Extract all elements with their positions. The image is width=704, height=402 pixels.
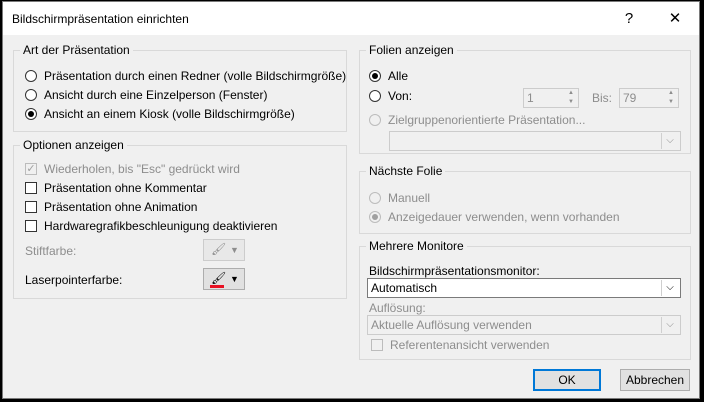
spin-up-icon[interactable]: ▲ (664, 89, 678, 98)
chevron-down-icon: ⌵ (661, 317, 678, 333)
checkbox-wiederholen[interactable]: ✓ (25, 163, 37, 175)
von-spinner[interactable]: 1 ▲ ▼ (523, 88, 579, 108)
label-bis: Bis: (592, 91, 613, 105)
checkbox-hardwaregrafik[interactable] (25, 220, 37, 232)
radio-kiosk[interactable] (25, 108, 37, 120)
chevron-down-icon: ⌵ (661, 280, 678, 296)
group-title-optionen: Optionen anzeigen (20, 138, 127, 152)
label-manuell: Manuell (388, 191, 431, 205)
label-monitor: Bildschirmpräsentationsmonitor: (369, 264, 540, 278)
label-laserpointerfarbe: Laserpointerfarbe: (25, 273, 123, 287)
dropdown-arrow-icon: ▼ (230, 274, 239, 284)
radio-zielgruppe[interactable] (369, 114, 381, 126)
label-wiederholen: Wiederholen, bis "Esc" gedrückt wird (44, 162, 240, 176)
checkbox-referentenansicht[interactable] (371, 339, 383, 351)
label-zielgruppe: Zielgruppenorientierte Präsentation... (388, 113, 586, 127)
zielgruppe-select[interactable]: ⌵ (389, 131, 681, 151)
label-einzelperson: Ansicht durch eine Einzelperson (Fenster… (44, 88, 268, 102)
radio-redner[interactable] (25, 70, 37, 82)
radio-anzeigedauer[interactable] (369, 211, 381, 223)
laserpointerfarbe-button[interactable]: 🖌 ▼ (203, 268, 245, 290)
label-stiftfarbe: Stiftfarbe: (25, 244, 77, 258)
radio-von[interactable] (369, 90, 381, 102)
chevron-down-icon: ⌵ (661, 133, 678, 149)
label-referentenansicht: Referentenansicht verwenden (390, 338, 550, 352)
radio-einzelperson[interactable] (25, 89, 37, 101)
dropdown-arrow-icon: ▼ (230, 245, 239, 255)
label-alle: Alle (388, 69, 409, 83)
label-von: Von: (388, 89, 413, 103)
label-redner: Präsentation durch einen Redner (volle B… (44, 69, 347, 83)
monitor-select[interactable]: Automatisch ⌵ (367, 278, 681, 298)
label-kiosk: Ansicht an einem Kiosk (volle Bildschirm… (44, 107, 295, 121)
checkbox-ohne-animation[interactable] (25, 201, 37, 213)
radio-manuell[interactable] (369, 192, 381, 204)
bis-value: 79 (623, 91, 637, 105)
dialog-window: Bildschirmpräsentation einrichten ? ✕ Ar… (2, 1, 700, 399)
stiftfarbe-button[interactable]: 🖌 ▼ (203, 239, 245, 261)
paint-bucket-icon: 🖌 (211, 242, 227, 256)
spin-up-icon[interactable]: ▲ (564, 89, 578, 98)
von-value: 1 (527, 91, 534, 105)
aufloesung-select[interactable]: Aktuelle Auflösung verwenden ⌵ (367, 315, 681, 335)
label-anzeigedauer: Anzeigedauer verwenden, wenn vorhanden (388, 210, 620, 224)
monitor-value: Automatisch (371, 281, 438, 295)
paint-bucket-icon: 🖌 (211, 271, 227, 285)
group-title-monitore: Mehrere Monitore (366, 239, 467, 253)
label-aufloesung: Auflösung: (369, 301, 426, 315)
window-title: Bildschirmpräsentation einrichten (12, 12, 189, 26)
cancel-button[interactable]: Abbrechen (620, 369, 690, 391)
checkbox-ohne-kommentar[interactable] (25, 182, 37, 194)
group-title-art: Art der Präsentation (20, 43, 133, 57)
ok-button[interactable]: OK (533, 369, 601, 391)
title-bar: Bildschirmpräsentation einrichten ? ✕ (3, 2, 699, 35)
group-title-naechste: Nächste Folie (366, 164, 446, 178)
laser-color-swatch (210, 285, 224, 288)
close-button[interactable]: ✕ (653, 5, 697, 33)
group-title-folien: Folien anzeigen (366, 43, 457, 57)
bis-spinner[interactable]: 79 ▲ ▼ (619, 88, 679, 108)
label-ohne-animation: Präsentation ohne Animation (44, 200, 198, 214)
radio-alle[interactable] (369, 70, 381, 82)
help-button[interactable]: ? (607, 5, 651, 33)
aufloesung-value: Aktuelle Auflösung verwenden (371, 318, 532, 332)
label-ohne-kommentar: Präsentation ohne Kommentar (44, 181, 207, 195)
spin-down-icon[interactable]: ▼ (564, 98, 578, 107)
label-hardwaregrafik: Hardwaregrafikbeschleunigung deaktiviere… (44, 219, 278, 233)
spin-down-icon[interactable]: ▼ (664, 98, 678, 107)
